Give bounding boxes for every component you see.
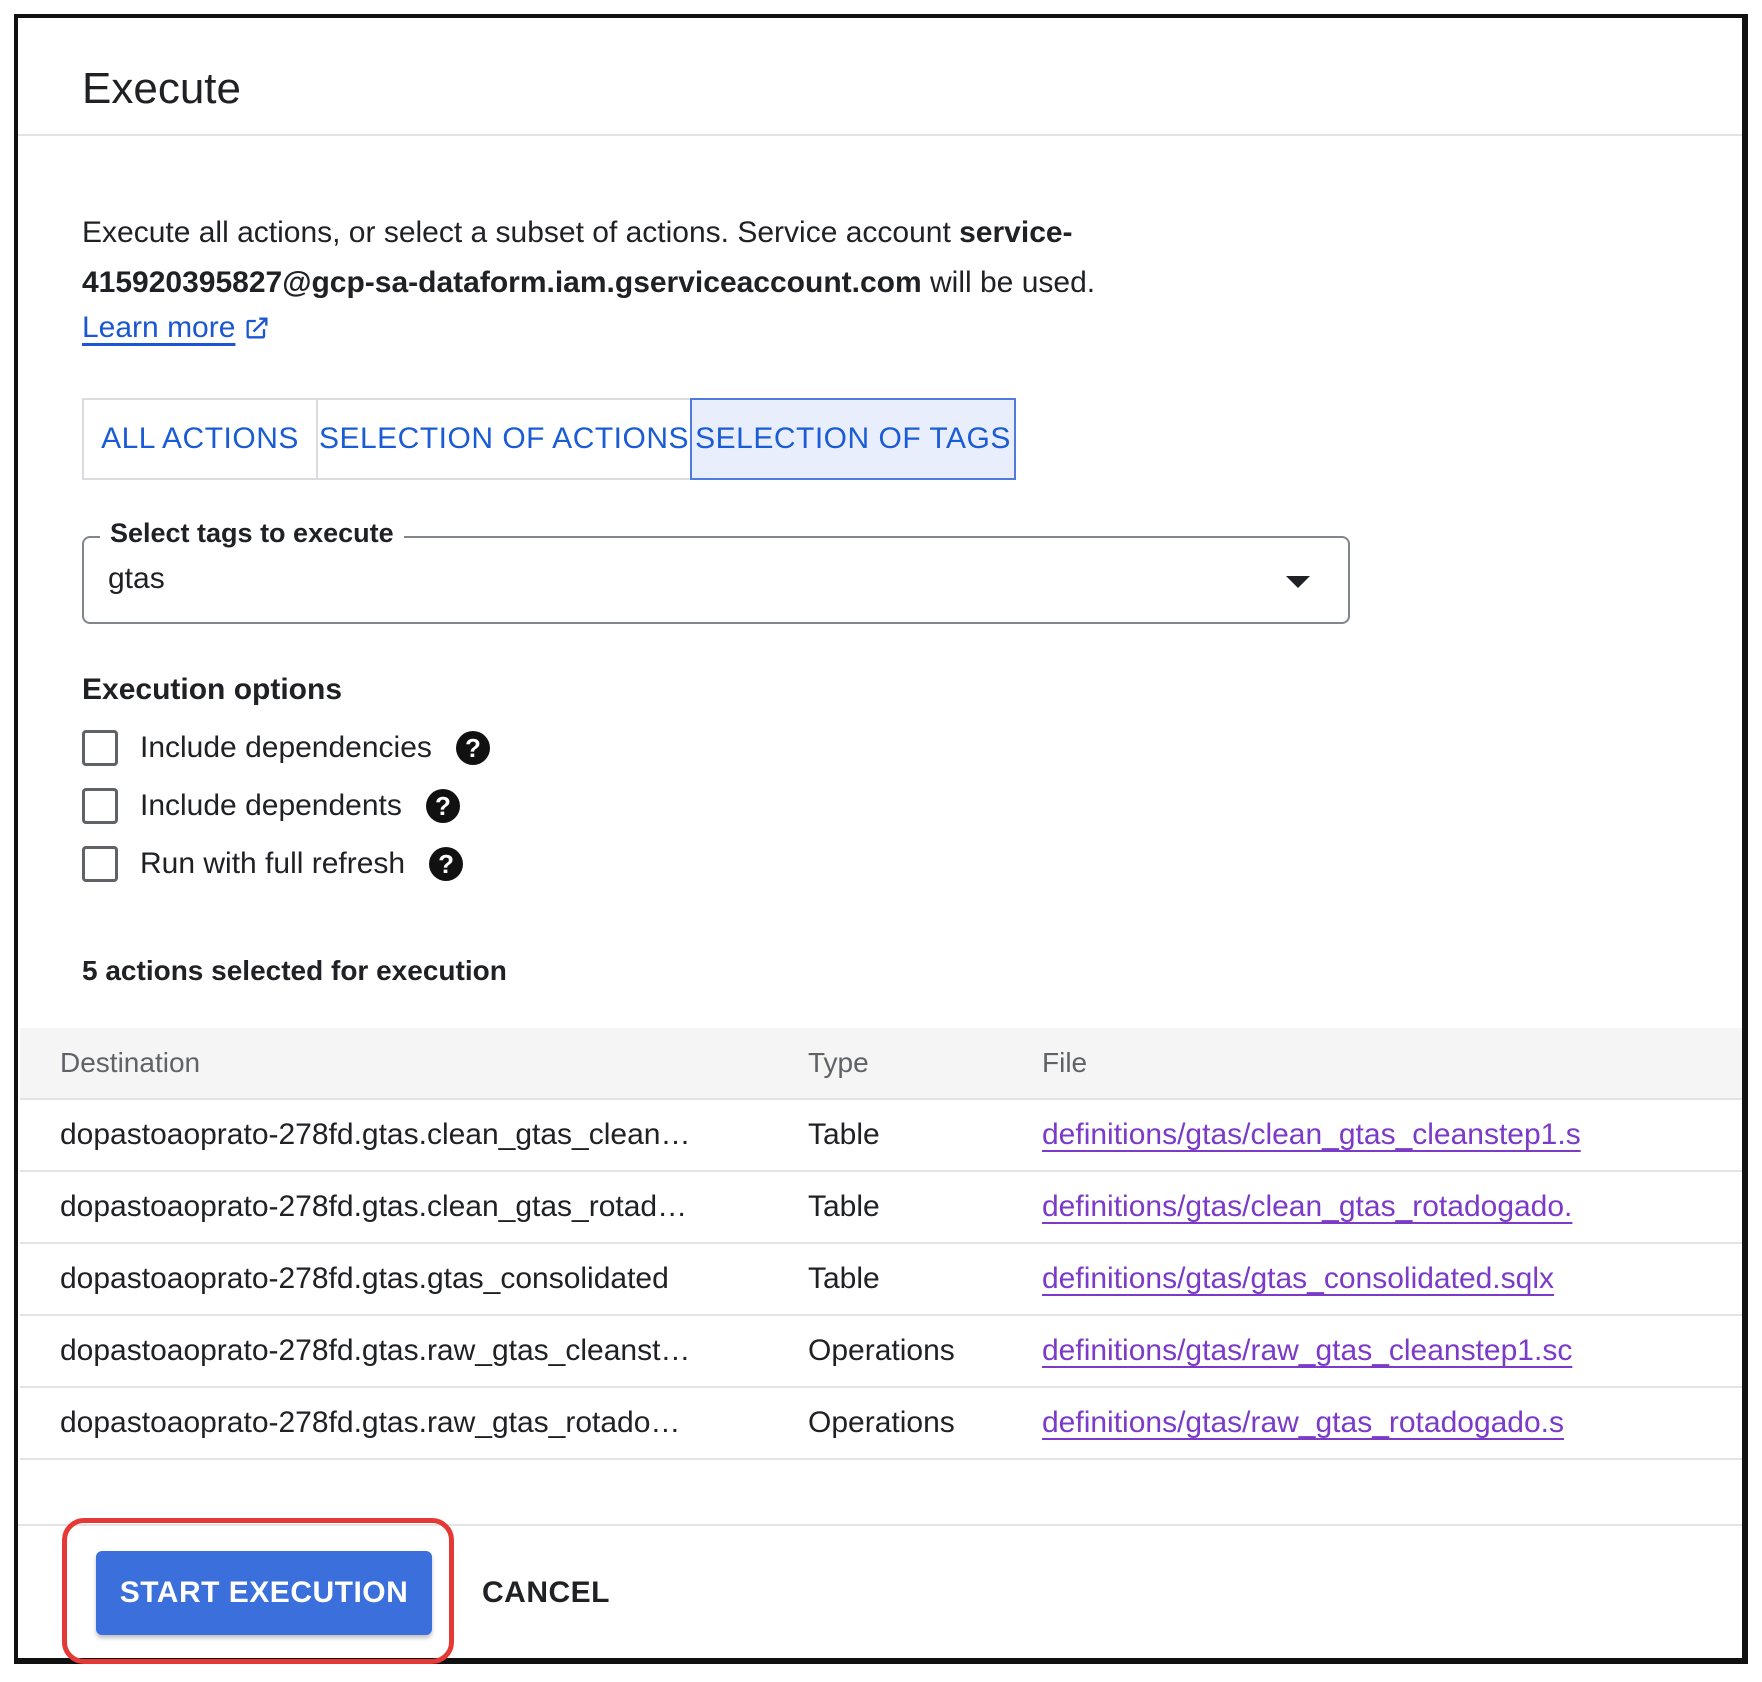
execute-dialog: Execute Execute all actions, or select a…: [14, 14, 1748, 1664]
execution-options-heading: Execution options: [82, 673, 343, 706]
table-header: Destination Type File: [20, 1028, 1742, 1100]
tab-selection-of-actions[interactable]: SELECTION OF ACTIONS: [316, 400, 690, 478]
option-label: Include dependents: [140, 789, 402, 822]
help-icon[interactable]: ?: [429, 847, 464, 881]
row-type: Table: [808, 1262, 880, 1295]
option-full-refresh: Run with full refresh ?: [82, 846, 464, 882]
header-divider: [18, 134, 1742, 136]
header-destination: Destination: [60, 1047, 201, 1078]
row-file-link[interactable]: definitions/gtas/raw_gtas_cleanstep1.sc: [1042, 1334, 1572, 1367]
row-type: Operations: [808, 1334, 955, 1367]
actions-table: Destination Type File dopastoaoprato-278…: [20, 1028, 1742, 1460]
tags-select[interactable]: Select tags to execute gtas: [82, 518, 1350, 624]
row-type: Table: [808, 1118, 880, 1151]
help-icon[interactable]: ?: [425, 789, 460, 823]
row-type: Operations: [808, 1406, 955, 1439]
cancel-button[interactable]: CANCEL: [476, 1551, 616, 1635]
option-label: Run with full refresh: [140, 847, 406, 880]
row-file-link[interactable]: definitions/gtas/gtas_consolidated.sqlx: [1042, 1262, 1554, 1295]
row-destination: dopastoaoprato-278fd.gtas.raw_gtas_rotad…: [60, 1406, 681, 1439]
dropdown-arrow-icon: [1286, 576, 1310, 588]
help-icon[interactable]: ?: [455, 731, 490, 765]
option-include-dependents: Include dependents ?: [82, 788, 460, 824]
description-suffix: will be used.: [921, 266, 1096, 299]
tags-select-label: Select tags to execute: [100, 518, 404, 549]
row-file-link[interactable]: definitions/gtas/clean_gtas_rotadogado.: [1042, 1190, 1572, 1223]
dialog-description: Execute all actions, or select a subset …: [82, 208, 1202, 308]
include-dependents-checkbox[interactable]: [82, 788, 118, 824]
row-destination: dopastoaoprato-278fd.gtas.clean_gtas_rot…: [60, 1190, 688, 1223]
execution-mode-tabs: ALL ACTIONS SELECTION OF ACTIONS SELECTI…: [82, 398, 1016, 480]
learn-more-label: Learn more: [82, 311, 236, 344]
row-type: Table: [808, 1190, 880, 1223]
tab-selection-of-tags[interactable]: SELECTION OF TAGS: [690, 398, 1016, 480]
tags-select-value: gtas: [108, 562, 165, 595]
row-destination: dopastoaoprato-278fd.gtas.gtas_consolida…: [60, 1262, 669, 1295]
option-label: Include dependencies: [140, 731, 432, 764]
option-include-dependencies: Include dependencies ?: [82, 730, 490, 766]
learn-more-link[interactable]: Learn more: [82, 311, 271, 345]
start-execution-button[interactable]: START EXECUTION: [96, 1551, 432, 1635]
header-type: Type: [808, 1047, 869, 1078]
table-row: dopastoaoprato-278fd.gtas.raw_gtas_rotad…: [20, 1388, 1742, 1460]
include-dependencies-checkbox[interactable]: [82, 730, 118, 766]
header-file: File: [1042, 1047, 1088, 1078]
table-row: dopastoaoprato-278fd.gtas.raw_gtas_clean…: [20, 1316, 1742, 1388]
table-row: dopastoaoprato-278fd.gtas.clean_gtas_rot…: [20, 1172, 1742, 1244]
selected-actions-count: 5 actions selected for execution: [82, 955, 507, 986]
row-destination: dopastoaoprato-278fd.gtas.clean_gtas_cle…: [60, 1118, 691, 1151]
row-destination: dopastoaoprato-278fd.gtas.raw_gtas_clean…: [60, 1334, 691, 1367]
full-refresh-checkbox[interactable]: [82, 846, 118, 882]
tab-all-actions[interactable]: ALL ACTIONS: [84, 400, 316, 478]
table-row: dopastoaoprato-278fd.gtas.gtas_consolida…: [20, 1244, 1742, 1316]
row-file-link[interactable]: definitions/gtas/clean_gtas_cleanstep1.s: [1042, 1118, 1581, 1151]
row-file-link[interactable]: definitions/gtas/raw_gtas_rotadogado.s: [1042, 1406, 1564, 1439]
description-text: Execute all actions, or select a subset …: [82, 216, 960, 249]
external-link-icon: [246, 317, 268, 339]
dialog-title: Execute: [82, 64, 241, 113]
table-row: dopastoaoprato-278fd.gtas.clean_gtas_cle…: [20, 1100, 1742, 1172]
